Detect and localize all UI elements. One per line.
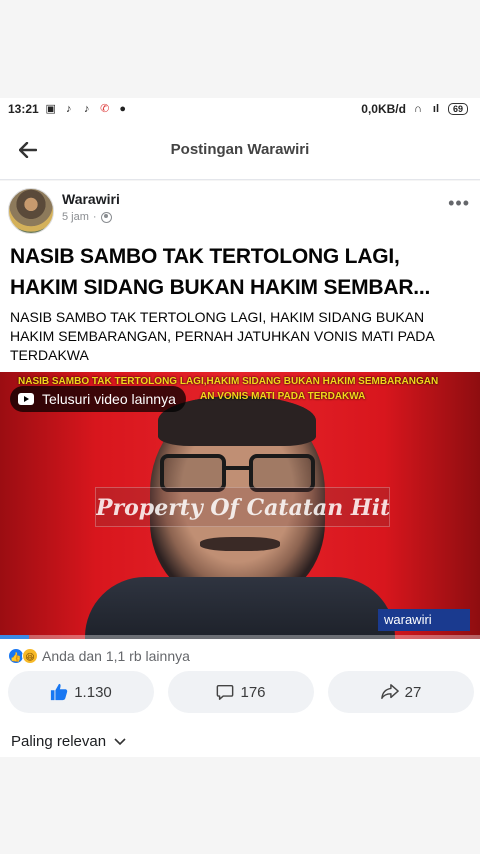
status-bar: 13:21 ▣ ♪ ♪ ✆ ● 0,0KB/d ∩ ıl 69 xyxy=(0,98,480,120)
post-headline[interactable]: NASIB SAMBO TAK TERTOLONG LAGI, HAKIM SI… xyxy=(10,241,470,303)
post-actions: 1.130 176 27 xyxy=(8,671,474,713)
explore-videos-button[interactable]: Telusuri video lainnya xyxy=(10,386,186,412)
like-button[interactable]: 1.130 xyxy=(8,671,154,713)
chevron-down-icon xyxy=(114,737,126,745)
signal-icon: ıl xyxy=(432,103,440,115)
share-count: 27 xyxy=(404,683,422,701)
video-channel-tag: warawiri xyxy=(378,609,470,631)
video-progress-bar[interactable] xyxy=(0,635,480,639)
back-button[interactable] xyxy=(0,120,56,180)
post-header: Warawiri 5 jam · ••• xyxy=(8,188,472,238)
post-time[interactable]: 5 jam xyxy=(62,211,89,223)
back-arrow-icon xyxy=(19,141,37,158)
top-blank-area xyxy=(0,0,480,98)
comment-count: 176 xyxy=(240,683,266,701)
video-person-shirt xyxy=(85,577,395,639)
call-icon: ✆ xyxy=(100,103,110,115)
comment-sort-dropdown[interactable]: Paling relevan xyxy=(11,733,126,750)
explore-videos-label: Telusuri video lainnya xyxy=(42,391,176,407)
video-person-mustache xyxy=(200,537,280,551)
app-header: Postingan Warawiri xyxy=(0,120,480,180)
reactions-summary[interactable]: 👍 😆 Anda dan 1,1 rb lainnya xyxy=(8,646,190,666)
like-count: 1.130 xyxy=(74,683,112,701)
comment-button[interactable]: 176 xyxy=(168,671,314,713)
video-watermark: Property Of Catatan Hitam xyxy=(95,487,390,527)
video-progress-fill xyxy=(0,635,29,639)
thumbs-up-icon xyxy=(51,683,68,701)
battery-icon: 69 xyxy=(447,103,468,115)
post-description: NASIB SAMBO TAK TERTOLONG LAGI, HAKIM SI… xyxy=(10,309,434,363)
share-icon xyxy=(380,684,399,700)
notification-icon: ● xyxy=(119,103,127,115)
reactions-text: Anda dan 1,1 rb lainnya xyxy=(42,648,190,664)
net-speed: 0,0KB/d xyxy=(361,102,406,116)
more-options-button[interactable]: ••• xyxy=(448,194,470,212)
tiktok-icon: ♪ xyxy=(65,103,72,115)
sort-label: Paling relevan xyxy=(11,733,107,750)
video-player[interactable]: Property Of Catatan Hitam NASIB SAMBO TA… xyxy=(0,372,480,639)
meta-separator: · xyxy=(92,211,97,223)
haha-reaction-icon: 😆 xyxy=(22,648,38,664)
author-name[interactable]: Warawiri xyxy=(62,191,120,207)
tiktok-icon-2: ♪ xyxy=(83,103,90,115)
comment-icon xyxy=(217,684,234,700)
video-caption-line2: AN VONIS MATI PADA TERDAKWA xyxy=(200,391,366,402)
video-play-icon xyxy=(18,393,34,405)
image-icon: ▣ xyxy=(45,103,56,115)
post-meta: 5 jam · xyxy=(62,211,120,223)
page-title: Postingan Warawiri xyxy=(170,141,310,158)
share-button[interactable]: 27 xyxy=(328,671,474,713)
globe-icon xyxy=(100,211,112,223)
avatar[interactable] xyxy=(8,188,54,234)
status-time: 13:21 xyxy=(8,102,39,116)
bottom-blank-area xyxy=(0,757,480,854)
post-card: Warawiri 5 jam · ••• NASIB SAMBO TAK TER… xyxy=(0,181,480,757)
headphones-icon: ∩ xyxy=(414,103,422,115)
